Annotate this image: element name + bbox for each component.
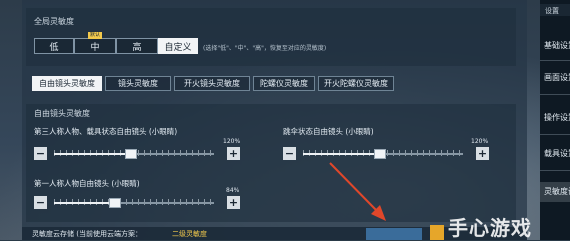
sidebar-item-graphics[interactable]: 画面设置	[540, 68, 570, 88]
settings-sidebar: 设置 基础设置 画面设置 操作设置 载具设置 灵敏度设置	[540, 0, 570, 240]
watermark-text: 手心游戏	[448, 216, 532, 240]
sidebar-item-basic[interactable]: 基础设置	[540, 36, 570, 56]
sidebar-divider	[540, 134, 570, 135]
sidebar-divider	[540, 94, 570, 95]
sidebar-divider	[540, 170, 570, 171]
annotation-arrow	[329, 162, 386, 221]
sidebar-divider	[540, 60, 570, 61]
sidebar-item-vehicle[interactable]: 载具设置	[540, 144, 570, 164]
sidebar-item-controls[interactable]: 操作设置	[540, 108, 570, 128]
settings-tab-label: 设置	[545, 7, 559, 15]
sidebar-item-sensitivity[interactable]: 灵敏度设置	[540, 182, 570, 202]
arrow-line	[329, 162, 379, 213]
